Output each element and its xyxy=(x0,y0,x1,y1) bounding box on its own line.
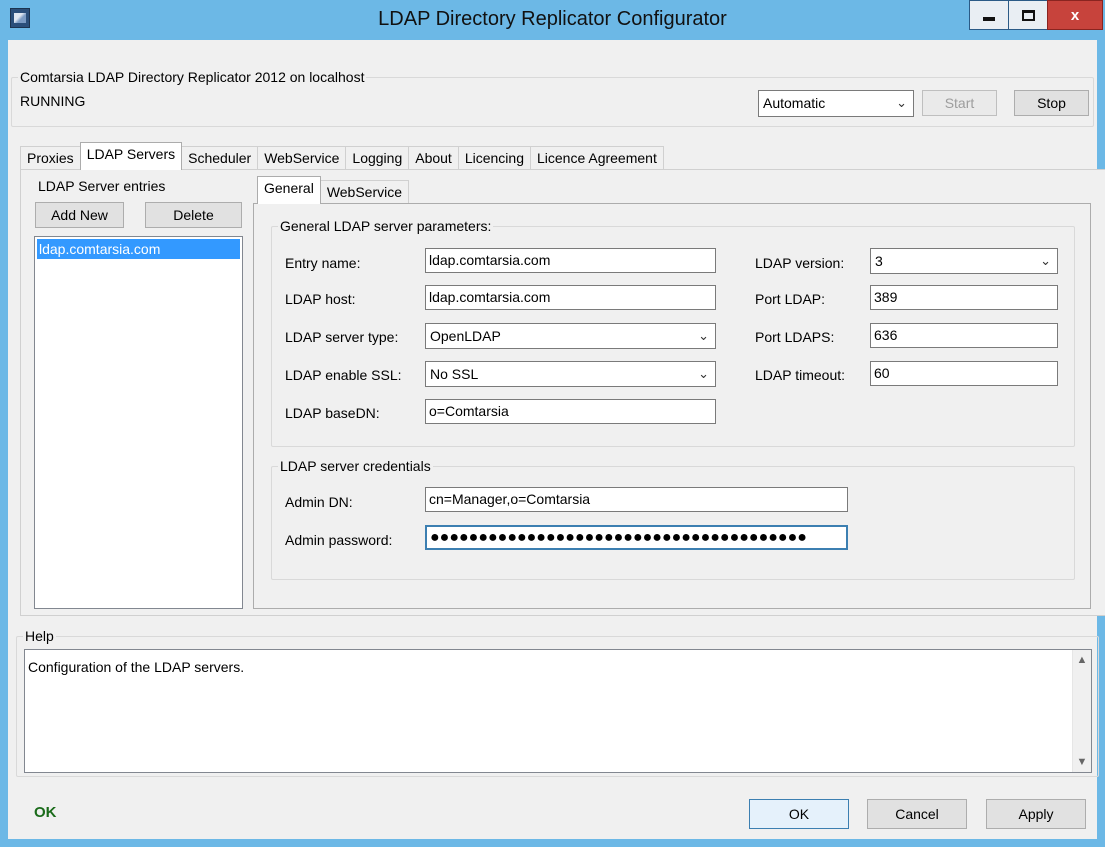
ok-button[interactable]: OK xyxy=(749,799,849,829)
ldap-version-label: LDAP version: xyxy=(755,255,845,271)
title-bar[interactable]: LDAP Directory Replicator Configurator x xyxy=(0,0,1105,40)
chevron-down-icon: ⌄ xyxy=(698,366,709,381)
apply-button[interactable]: Apply xyxy=(986,799,1086,829)
admin-dn-field[interactable]: cn=Manager,o=Comtarsia xyxy=(425,487,848,512)
tab-licencing[interactable]: Licencing xyxy=(457,146,531,170)
stop-button[interactable]: Stop xyxy=(1014,90,1089,116)
chevron-down-icon: ⌄ xyxy=(698,328,709,343)
scroll-up-icon[interactable]: ▲ xyxy=(1073,650,1091,670)
tab-proxies[interactable]: Proxies xyxy=(20,146,81,170)
window-title: LDAP Directory Replicator Configurator xyxy=(378,8,727,30)
close-icon: x xyxy=(1070,6,1080,24)
maximize-button[interactable] xyxy=(1008,0,1048,30)
ldap-host-label: LDAP host: xyxy=(285,291,356,307)
server-entries-title: LDAP Server entries xyxy=(38,178,166,194)
ldap-host-field[interactable]: ldap.comtarsia.com xyxy=(425,285,716,310)
add-new-button[interactable]: Add New xyxy=(35,202,124,228)
help-scrollbar[interactable]: ▲ ▼ xyxy=(1072,650,1091,772)
credentials-group: LDAP server credentials xyxy=(271,458,1075,580)
port-ldaps-field[interactable]: 636 xyxy=(870,323,1058,348)
tab-about[interactable]: About xyxy=(408,146,459,170)
main-tabs: Proxies LDAP Servers Scheduler WebServic… xyxy=(20,142,664,170)
app-window: LDAP Directory Replicator Configurator x… xyxy=(0,0,1105,847)
server-type-label: LDAP server type: xyxy=(285,329,399,345)
chevron-down-icon: ⌄ xyxy=(896,95,907,110)
credentials-group-title: LDAP server credentials xyxy=(278,458,433,474)
status-text: OK xyxy=(34,804,57,821)
entry-name-field[interactable]: ldap.comtarsia.com xyxy=(425,248,716,273)
minimize-icon xyxy=(983,17,995,21)
server-type-select[interactable]: OpenLDAP ⌄ xyxy=(425,323,716,349)
basedn-field[interactable]: o=Comtarsia xyxy=(425,399,716,424)
service-group-title: Comtarsia LDAP Directory Replicator 2012… xyxy=(18,69,367,85)
ldap-version-value: 3 xyxy=(875,253,883,269)
ldap-timeout-label: LDAP timeout: xyxy=(755,367,846,383)
enable-ssl-label: LDAP enable SSL: xyxy=(285,367,402,383)
ldap-version-select[interactable]: 3 ⌄ xyxy=(870,248,1058,274)
help-text-area[interactable]: Configuration of the LDAP servers. ▲ ▼ xyxy=(24,649,1092,773)
enable-ssl-select[interactable]: No SSL ⌄ xyxy=(425,361,716,387)
ldap-timeout-field[interactable]: 60 xyxy=(870,361,1058,386)
delete-button[interactable]: Delete xyxy=(145,202,242,228)
entry-name-label: Entry name: xyxy=(285,255,361,271)
tab-logging[interactable]: Logging xyxy=(345,146,410,170)
server-detail-tabs: General WebService xyxy=(257,176,410,204)
startup-type-select[interactable]: Automatic ⌄ xyxy=(758,90,914,117)
start-button[interactable]: Start xyxy=(922,90,997,116)
minimize-button[interactable] xyxy=(969,0,1009,30)
server-entries-list[interactable]: ldap.comtarsia.com xyxy=(34,236,243,609)
cancel-button[interactable]: Cancel xyxy=(867,799,967,829)
basedn-label: LDAP baseDN: xyxy=(285,405,380,421)
tab-ldap-servers[interactable]: LDAP Servers xyxy=(79,142,183,170)
maximize-icon xyxy=(1021,9,1035,21)
enable-ssl-value: No SSL xyxy=(430,366,479,382)
tab-webservice-inner[interactable]: WebService xyxy=(319,180,410,204)
admin-password-field[interactable]: ●●●●●●●●●●●●●●●●●●●●●●●●●●●●●●●●●●●●●●● xyxy=(425,525,848,550)
port-ldap-label: Port LDAP: xyxy=(755,291,826,307)
tab-licence-agreement[interactable]: Licence Agreement xyxy=(529,146,664,170)
close-button[interactable]: x xyxy=(1047,0,1103,30)
scroll-down-icon[interactable]: ▼ xyxy=(1073,752,1091,772)
client-area: Comtarsia LDAP Directory Replicator 2012… xyxy=(8,40,1105,839)
tab-general[interactable]: General xyxy=(257,176,321,204)
list-item[interactable]: ldap.comtarsia.com xyxy=(37,239,240,259)
help-group-title: Help xyxy=(23,628,56,644)
tab-scheduler[interactable]: Scheduler xyxy=(181,146,259,170)
general-params-title: General LDAP server parameters: xyxy=(278,218,494,234)
startup-type-value: Automatic xyxy=(763,95,826,111)
service-status: RUNNING xyxy=(20,93,86,109)
admin-dn-label: Admin DN: xyxy=(285,494,353,510)
chevron-down-icon: ⌄ xyxy=(1040,253,1051,268)
server-type-value: OpenLDAP xyxy=(430,328,501,344)
tab-webservice[interactable]: WebService xyxy=(257,146,347,170)
port-ldap-field[interactable]: 389 xyxy=(870,285,1058,310)
admin-password-label: Admin password: xyxy=(285,532,393,548)
help-text: Configuration of the LDAP servers. xyxy=(28,659,245,675)
port-ldaps-label: Port LDAPS: xyxy=(755,329,835,345)
